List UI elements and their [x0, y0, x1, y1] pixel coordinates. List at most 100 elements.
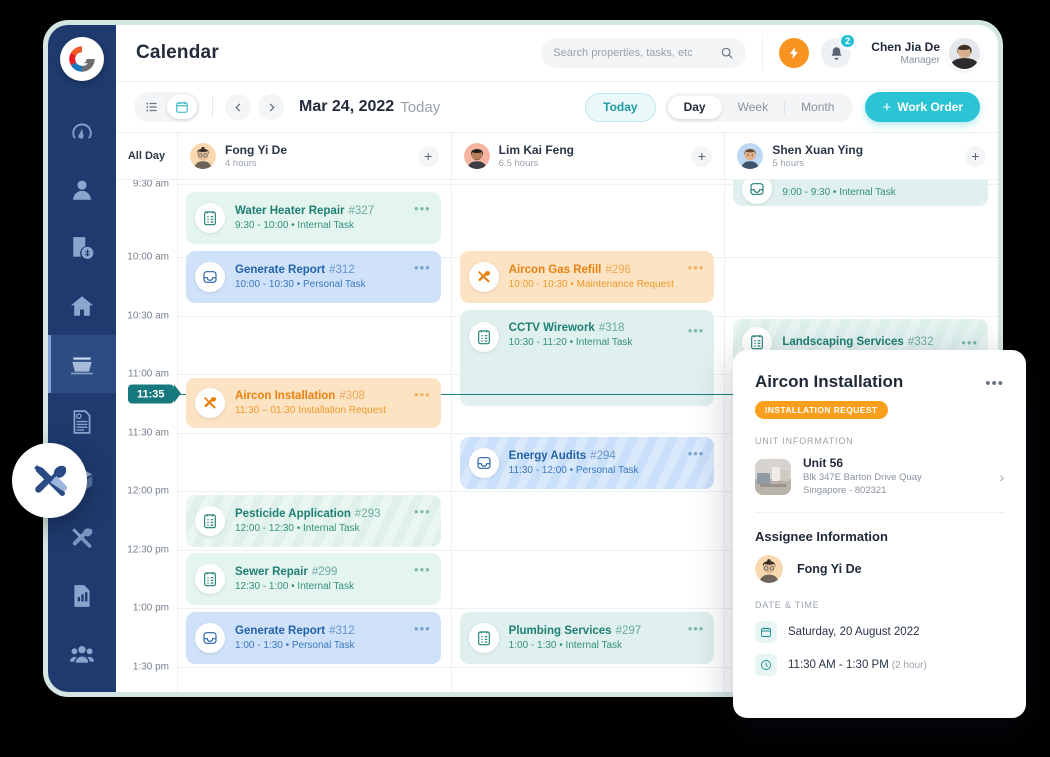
calendar-view-toggle[interactable]	[167, 95, 197, 119]
chevron-right-icon[interactable]: ›	[999, 469, 1004, 485]
event-menu-button[interactable]: •••	[414, 563, 431, 576]
event-menu-button[interactable]: •••	[688, 261, 705, 274]
sidebar-item-dashboard[interactable]	[48, 103, 116, 161]
unit-row[interactable]: Unit 56 Blk 347E Barton Drive Quay Singap…	[755, 456, 1004, 513]
search-input[interactable]	[553, 47, 721, 59]
avatar[interactable]	[949, 37, 980, 69]
person-column-header[interactable]: Lim Kai Feng 6.5 hours +	[452, 133, 726, 179]
calendar-event[interactable]: Sewer Repair #299 12:30 - 1:00 • Internal…	[186, 553, 441, 605]
user-text: Chen Jia De Manager	[871, 40, 940, 66]
sidebar-item-reports[interactable]	[48, 567, 116, 625]
add-task-button[interactable]: +	[691, 145, 713, 167]
sidebar-item-billing[interactable]	[48, 219, 116, 277]
event-subtitle: 10:30 - 11:20 • Internal Task	[508, 337, 633, 348]
calendar-column[interactable]: Water Heater Repair #327 9:30 - 10:00 • I…	[178, 180, 452, 692]
avatar	[463, 143, 490, 169]
time-label: 11:30 am	[128, 427, 169, 439]
event-menu-button[interactable]: •••	[414, 622, 431, 635]
event-subtitle: 9:00 - 9:30 • Internal Task	[782, 187, 896, 198]
calendar-event[interactable]: CCTV Wirework #318 10:30 - 11:20 • Intern…	[459, 310, 715, 406]
calendar-column[interactable]: Aircon Gas Refill #296 10:00 - 10:30 • Ma…	[452, 180, 726, 692]
add-task-button[interactable]: +	[965, 145, 987, 167]
event-menu-button[interactable]: •••	[414, 202, 431, 215]
user-menu[interactable]: Chen Jia De Manager	[871, 37, 980, 69]
event-body: Water Heater Repair #327 9:30 - 10:00 • I…	[235, 205, 414, 231]
sidebar-item-calendar[interactable]	[48, 335, 116, 393]
person-name: Shen Xuan Ying	[772, 143, 864, 157]
prev-day-button[interactable]	[225, 94, 251, 120]
current-date: Mar 24, 2022	[299, 98, 395, 115]
person-hours: 4 hours	[225, 158, 257, 169]
event-subtitle: 10:00 - 10:30 • Personal Task	[235, 279, 366, 290]
sidebar-item-team[interactable]	[48, 625, 116, 683]
current-date-suffix: Today	[400, 98, 441, 116]
calendar-event[interactable]: Aircon Gas Refill #296 10:00 - 10:30 • Ma…	[459, 251, 715, 303]
calendar-event[interactable]: Plumbing Services #297 1:00 - 1:30 • Inte…	[459, 612, 715, 664]
sidebar-item-maintenance[interactable]	[48, 509, 116, 567]
house-icon	[70, 296, 94, 316]
quick-action-button[interactable]	[779, 38, 810, 68]
notifications-button[interactable]: 2	[821, 33, 857, 68]
calendar-event[interactable]: 9:00 - 9:30 • Internal Task	[733, 180, 989, 206]
assignee-name: Fong Yi De	[797, 561, 862, 576]
clipboard-icon	[195, 203, 225, 233]
view-week-button[interactable]: Week	[722, 96, 784, 119]
sidebar-item-logo[interactable]	[60, 37, 104, 81]
search-box[interactable]	[541, 38, 747, 68]
event-title: Water Heater Repair #327	[235, 205, 375, 217]
gauge-icon	[72, 123, 92, 139]
next-day-button[interactable]	[258, 94, 284, 120]
event-id: #312	[329, 264, 355, 276]
event-body: Aircon Gas Refill #296 10:00 - 10:30 • Ma…	[509, 264, 688, 290]
sidebar-item-tenants[interactable]	[48, 161, 116, 219]
event-menu-button[interactable]: •••	[688, 622, 705, 635]
calendar-icon	[176, 101, 188, 113]
calendar-event[interactable]: Energy Audits #294 11:30 - 12:00 • Person…	[459, 437, 715, 489]
add-work-order-button[interactable]: + Work Order	[865, 92, 980, 122]
event-body: CCTV Wirework #318 10:30 - 11:20 • Intern…	[509, 322, 688, 348]
person-column-header[interactable]: Shen Xuan Ying 5 hours +	[725, 133, 998, 179]
maintenance-fab[interactable]	[12, 443, 87, 518]
person-column-header[interactable]: Fong Yi De 4 hours +	[178, 133, 452, 179]
event-title: Pesticide Application #293	[235, 508, 381, 520]
datetime-section-label: DATE & TIME	[755, 599, 820, 610]
assignee-row: Fong Yi De	[755, 554, 1004, 583]
toolbar-right: Today Day Week Month + Work Order	[585, 92, 980, 122]
today-button[interactable]: Today	[585, 92, 656, 122]
event-id: #294	[590, 450, 616, 462]
calendar-event[interactable]: Pesticide Application #293 12:00 - 12:30 …	[186, 495, 441, 547]
calendar-event[interactable]: Water Heater Repair #327 9:30 - 10:00 • I…	[186, 192, 441, 244]
event-menu-button[interactable]: •••	[414, 505, 431, 518]
event-menu-button[interactable]: •••	[688, 447, 705, 460]
list-view-toggle[interactable]	[137, 95, 167, 119]
event-title: Aircon Gas Refill #296	[508, 264, 631, 276]
view-month-button[interactable]: Month	[785, 96, 850, 119]
event-menu-button[interactable]: •••	[414, 388, 431, 401]
event-title: Generate Report #312	[235, 264, 355, 276]
calendar-event[interactable]: Generate Report #312 10:00 - 10:30 • Pers…	[186, 251, 441, 303]
tools-icon	[195, 388, 225, 418]
bar-chart-doc-icon	[74, 585, 90, 607]
clipboard-icon	[195, 564, 225, 594]
sidebar-item-documents[interactable]	[48, 393, 116, 451]
calendar-event[interactable]: Generate Report #312 1:00 - 1:30 • Person…	[186, 612, 441, 664]
event-menu-button[interactable]: •••	[688, 324, 705, 337]
event-subtitle: 1:00 - 1:30 • Personal Task	[235, 640, 355, 651]
sidebar-item-properties[interactable]	[48, 277, 116, 335]
clipboard-icon	[468, 623, 499, 653]
event-menu-button[interactable]: •••	[414, 261, 431, 274]
time-duration: (2 hour)	[891, 659, 927, 671]
avatar-image	[463, 143, 490, 169]
event-body: Pesticide Application #293 12:00 - 12:30 …	[235, 508, 414, 534]
avatar	[190, 143, 216, 169]
event-body: Landscaping Services #332	[782, 336, 961, 348]
view-day-button[interactable]: Day	[667, 95, 722, 119]
calendar-event[interactable]: Aircon Installation #308 11:30 – 01:30 In…	[186, 378, 441, 428]
add-task-button[interactable]: +	[417, 145, 439, 167]
panel-menu-button[interactable]: •••	[985, 376, 1004, 391]
event-title: Sewer Repair #299	[235, 566, 338, 578]
unit-name: Unit 56	[803, 456, 844, 470]
time-label: 1:00 pm	[132, 602, 169, 614]
event-id: #312	[329, 625, 355, 637]
event-menu-button[interactable]: •••	[961, 336, 978, 349]
